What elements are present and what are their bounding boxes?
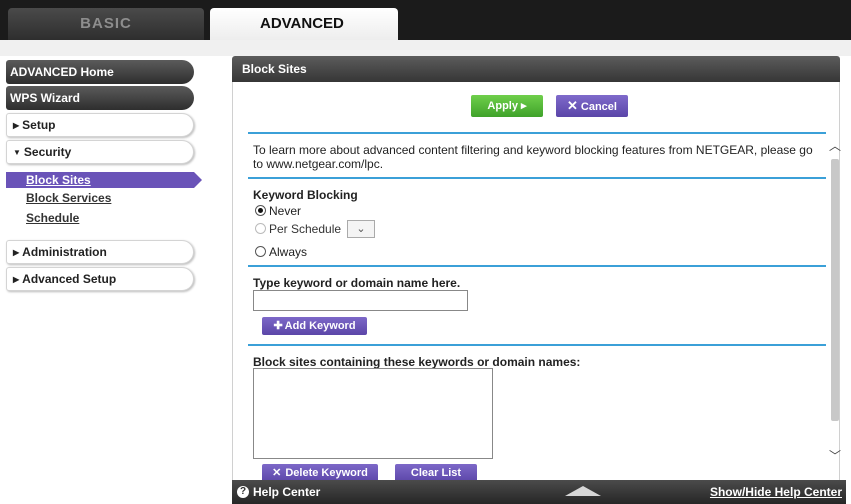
collapse-arrow-icon: ▼ [13, 148, 21, 157]
page-title: Block Sites [232, 56, 840, 82]
help-footer: ? Help Center Show/Hide Help Center [232, 480, 846, 504]
radio-label: Never [269, 204, 302, 218]
active-pointer-icon [194, 172, 202, 188]
divider [248, 177, 826, 179]
sidebar-subitem-schedule[interactable]: Schedule [26, 211, 79, 225]
radio-label: Always [269, 245, 308, 259]
top-bar: BASIC ADVANCED [0, 0, 851, 42]
show-hide-help-link[interactable]: Show/Hide Help Center [710, 480, 842, 504]
radio-icon [255, 223, 266, 234]
sidebar-item-advanced-home[interactable]: ADVANCED Home [6, 60, 194, 84]
divider [248, 265, 826, 267]
radio-icon [255, 246, 266, 257]
sidebar-item-advanced-setup[interactable]: ▶ Advanced Setup [6, 267, 194, 291]
scrollbar[interactable]: ︿ ﹀ [829, 133, 841, 469]
sidebar-item-label: Advanced Setup [22, 272, 117, 286]
help-center-link[interactable]: Help Center [253, 480, 320, 504]
tab-advanced[interactable]: ADVANCED [210, 8, 398, 42]
tab-underbar [0, 40, 851, 56]
divider [248, 132, 826, 134]
block-list-label: Block sites containing these keywords or… [253, 355, 581, 369]
radio-never[interactable]: Never [255, 204, 301, 218]
chevron-up-icon[interactable]: ︿ [829, 137, 841, 154]
expand-triangle-icon[interactable] [565, 486, 601, 496]
divider [248, 344, 826, 346]
cancel-button[interactable]: ✕ Cancel [556, 95, 628, 117]
sidebar-item-label: Administration [22, 245, 107, 259]
close-icon: ✕ [567, 98, 578, 113]
radio-label: Per Schedule [269, 222, 342, 236]
add-keyword-label: Add Keyword [284, 320, 356, 332]
sidebar-subitem-block-services[interactable]: Block Services [26, 191, 111, 205]
sidebar-item-label: Setup [22, 118, 56, 132]
blocked-keywords-list[interactable] [253, 368, 493, 459]
sidebar-item-setup[interactable]: ▶ Setup [6, 113, 194, 137]
delete-keyword-label: Delete Keyword [285, 467, 368, 479]
chevron-down-icon: ⌄ [356, 223, 366, 235]
chevron-down-icon[interactable]: ﹀ [829, 447, 841, 464]
radio-per-schedule[interactable]: Per Schedule [255, 222, 341, 236]
sidebar-item-wps-wizard[interactable]: WPS Wizard [6, 86, 194, 110]
keyword-input-label: Type keyword or domain name here. [253, 276, 461, 290]
info-text: To learn more about advanced content fil… [253, 143, 813, 171]
scroll-thumb[interactable] [831, 159, 839, 421]
expand-arrow-icon: ▶ [13, 121, 20, 130]
close-icon: ✕ [272, 467, 282, 479]
expand-arrow-icon: ▶ [13, 248, 20, 257]
cancel-label: Cancel [580, 101, 617, 113]
sidebar-subitem-block-sites[interactable]: Block Sites [6, 172, 202, 188]
keyword-input[interactable] [253, 290, 468, 311]
plus-icon: ✚ [273, 320, 283, 332]
tab-basic[interactable]: BASIC [8, 8, 204, 40]
sidebar-item-label: Security [23, 145, 72, 159]
help-icon: ? [237, 486, 249, 498]
radio-checked-icon [255, 205, 266, 216]
add-keyword-button[interactable]: ✚ Add Keyword [262, 317, 367, 335]
sidebar-item-administration[interactable]: ▶ Administration [6, 240, 194, 264]
apply-button[interactable]: Apply ▸ [471, 95, 543, 117]
keyword-blocking-title: Keyword Blocking [253, 188, 358, 202]
schedule-select[interactable]: ⌄ [347, 220, 375, 238]
radio-always[interactable]: Always [255, 245, 307, 259]
sidebar: ADVANCED Home WPS Wizard ▶ Setup ▼ Securit… [0, 56, 210, 504]
expand-arrow-icon: ▶ [13, 275, 20, 284]
sidebar-subitem-label: Block Sites [26, 173, 91, 187]
sidebar-item-security[interactable]: ▼ Security [6, 140, 194, 164]
